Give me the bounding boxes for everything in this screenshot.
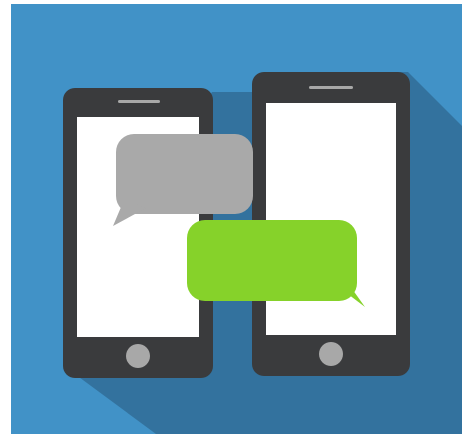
- right-phone-speaker: [309, 86, 353, 89]
- right-phone-home-button: [319, 342, 343, 366]
- gray-bubble-body: [116, 134, 253, 214]
- green-bubble-body: [187, 220, 357, 301]
- left-phone-speaker: [118, 100, 160, 103]
- green-chat-bubble-icon: [187, 220, 365, 307]
- left-phone-home-button: [126, 344, 150, 368]
- messaging-illustration: [11, 4, 462, 434]
- canvas: [0, 0, 471, 438]
- gray-chat-bubble-icon: [113, 134, 253, 226]
